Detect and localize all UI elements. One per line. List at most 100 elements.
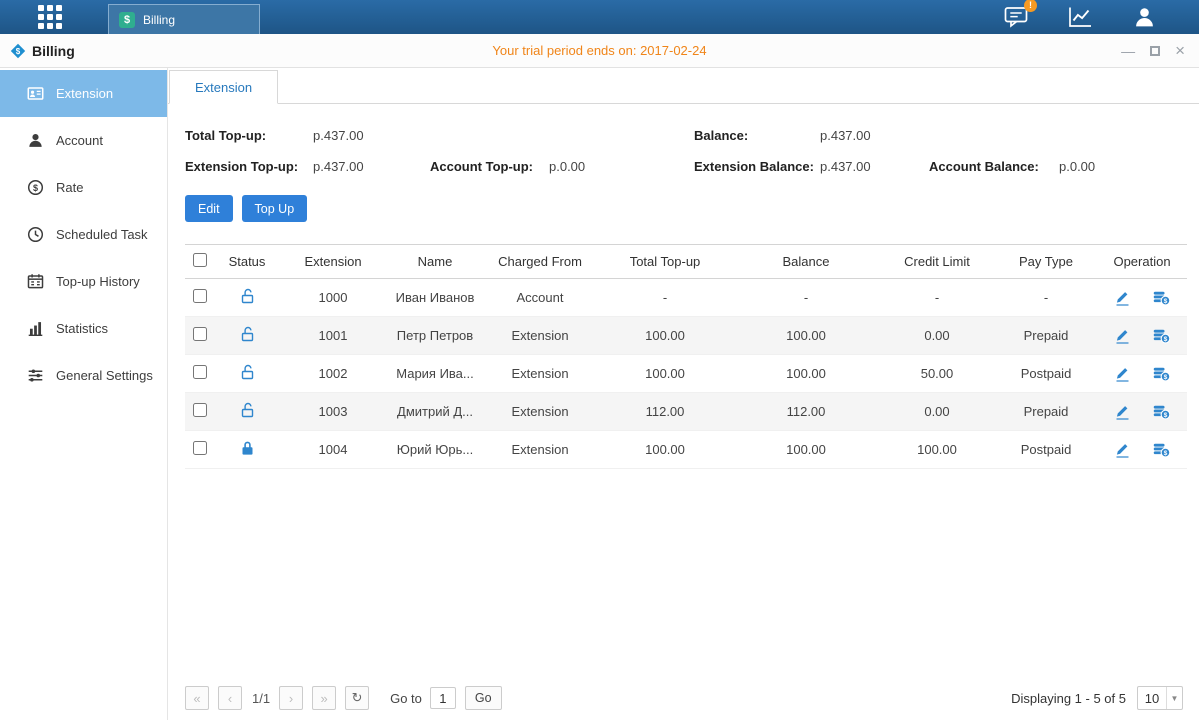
topup-row-icon[interactable] <box>1153 290 1170 306</box>
sidebar-item-statistics[interactable]: Statistics <box>0 305 167 352</box>
edit-button[interactable]: Edit <box>185 195 233 222</box>
sidebar-item-scheduled-task[interactable]: Scheduled Task <box>0 211 167 258</box>
settings-sliders-icon <box>27 367 44 384</box>
table-row: 1001 Петр Петров Extension 100.00 100.00… <box>185 317 1187 355</box>
col-operation: Operation <box>1097 245 1187 279</box>
tab-extension[interactable]: Extension <box>169 70 278 104</box>
sidebar-item-topup-history[interactable]: Top-up History <box>0 258 167 305</box>
cell-charged-from: Extension <box>483 393 597 431</box>
clock-icon <box>27 226 44 243</box>
rate-icon <box>27 179 44 196</box>
extension-topup-value: p.437.00 <box>313 159 364 174</box>
cell-total-topup: 100.00 <box>597 355 733 393</box>
calendar-icon <box>27 273 44 290</box>
displaying-text: Displaying 1 - 5 of 5 <box>1011 691 1126 706</box>
billing-dollar-icon: $ <box>119 12 135 28</box>
sidebar: Extension Account Rate Scheduled Task To… <box>0 68 168 720</box>
cell-charged-from: Extension <box>483 317 597 355</box>
app-launcher-icon[interactable] <box>38 5 62 29</box>
top-up-button[interactable]: Top Up <box>242 195 308 222</box>
topbar: $ Billing ! <box>0 0 1199 34</box>
sidebar-item-rate[interactable]: Rate <box>0 164 167 211</box>
row-checkbox[interactable] <box>193 327 207 341</box>
trial-notice: Your trial period ends on: 2017-02-24 <box>0 34 1199 67</box>
edit-row-icon[interactable] <box>1114 290 1131 306</box>
go-button[interactable]: Go <box>465 686 502 710</box>
status-lock-icon <box>240 288 255 304</box>
edit-row-icon[interactable] <box>1114 328 1131 344</box>
page-indicator: 1/1 <box>252 691 270 706</box>
topbar-tab-billing[interactable]: $ Billing <box>108 4 260 34</box>
close-icon[interactable]: × <box>1175 42 1185 59</box>
cell-charged-from: Account <box>483 279 597 317</box>
sidebar-item-account[interactable]: Account <box>0 117 167 164</box>
topup-row-icon[interactable] <box>1153 442 1170 458</box>
reports-chart-icon[interactable] <box>1065 4 1095 30</box>
balance-summary: Total Top-up: p.437.00 Balance: p.437.00… <box>168 114 1199 186</box>
topup-row-icon[interactable] <box>1153 328 1170 344</box>
extension-topup-label: Extension Top-up: <box>185 159 298 174</box>
billing-app-window: $ Billing ! Billing Your trial period en… <box>0 0 1199 720</box>
cell-name: Юрий Юрь... <box>387 431 483 469</box>
cell-extension: 1001 <box>279 317 387 355</box>
minimize-icon[interactable]: — <box>1121 44 1135 58</box>
select-all-checkbox[interactable] <box>193 253 207 267</box>
extension-balance-label: Extension Balance: <box>694 159 814 174</box>
titlebar: Billing Your trial period ends on: 2017-… <box>0 34 1199 68</box>
col-name: Name <box>387 245 483 279</box>
page-size-value: 10 <box>1138 691 1166 706</box>
topbar-right: ! <box>1001 4 1159 30</box>
cell-name: Иван Иванов <box>387 279 483 317</box>
cell-extension: 1002 <box>279 355 387 393</box>
window-controls: — × <box>1121 34 1185 67</box>
row-checkbox[interactable] <box>193 441 207 455</box>
goto-page-input[interactable] <box>430 687 456 709</box>
balance-value: p.437.00 <box>820 128 871 143</box>
account-topup-label: Account Top-up: <box>430 159 533 174</box>
next-page-button[interactable]: › <box>279 686 303 710</box>
user-account-icon[interactable] <box>1129 4 1159 30</box>
edit-row-icon[interactable] <box>1114 442 1131 458</box>
sidebar-item-extension[interactable]: Extension <box>0 70 167 117</box>
refresh-icon[interactable]: ↻ <box>345 686 369 710</box>
cell-extension: 1000 <box>279 279 387 317</box>
account-icon <box>27 132 44 149</box>
prev-page-button[interactable]: ‹ <box>218 686 242 710</box>
table-row: 1000 Иван Иванов Account - - - - <box>185 279 1187 317</box>
action-buttons: Edit Top Up <box>185 195 307 222</box>
last-page-button[interactable]: » <box>312 686 336 710</box>
tab-bar: Extension <box>168 68 1199 104</box>
cell-total-topup: 112.00 <box>597 393 733 431</box>
cell-balance: 100.00 <box>733 317 879 355</box>
row-checkbox[interactable] <box>193 403 207 417</box>
topup-row-icon[interactable] <box>1153 404 1170 420</box>
pagination-bar: « ‹ 1/1 › » ↻ Go to Go Displaying 1 - 5 … <box>185 686 1183 710</box>
messages-icon[interactable]: ! <box>1001 4 1031 30</box>
main-content: Extension Total Top-up: p.437.00 Balance… <box>168 68 1199 720</box>
cell-name: Мария Ива... <box>387 355 483 393</box>
sidebar-item-general-settings[interactable]: General Settings <box>0 352 167 399</box>
table-row: 1002 Мария Ива... Extension 100.00 100.0… <box>185 355 1187 393</box>
row-checkbox[interactable] <box>193 289 207 303</box>
status-lock-icon <box>240 326 255 342</box>
sidebar-item-label: Top-up History <box>56 274 140 289</box>
first-page-button[interactable]: « <box>185 686 209 710</box>
table-header-row: Status Extension Name Charged From Total… <box>185 245 1187 279</box>
cell-pay-type: Prepaid <box>995 317 1097 355</box>
extension-icon <box>27 85 44 102</box>
topbar-tab-label: Billing <box>143 13 175 27</box>
goto-label: Go to <box>390 691 422 706</box>
edit-row-icon[interactable] <box>1114 366 1131 382</box>
maximize-icon[interactable] <box>1150 46 1160 56</box>
page-size-select[interactable]: 10 ▼ <box>1137 686 1183 710</box>
topup-row-icon[interactable] <box>1153 366 1170 382</box>
cell-balance: 100.00 <box>733 431 879 469</box>
edit-row-icon[interactable] <box>1114 404 1131 420</box>
col-credit-limit: Credit Limit <box>879 245 995 279</box>
cell-credit-limit: 0.00 <box>879 317 995 355</box>
col-status: Status <box>215 245 279 279</box>
table-row: 1003 Дмитрий Д... Extension 112.00 112.0… <box>185 393 1187 431</box>
sidebar-item-label: Account <box>56 133 103 148</box>
row-checkbox[interactable] <box>193 365 207 379</box>
cell-credit-limit: 50.00 <box>879 355 995 393</box>
